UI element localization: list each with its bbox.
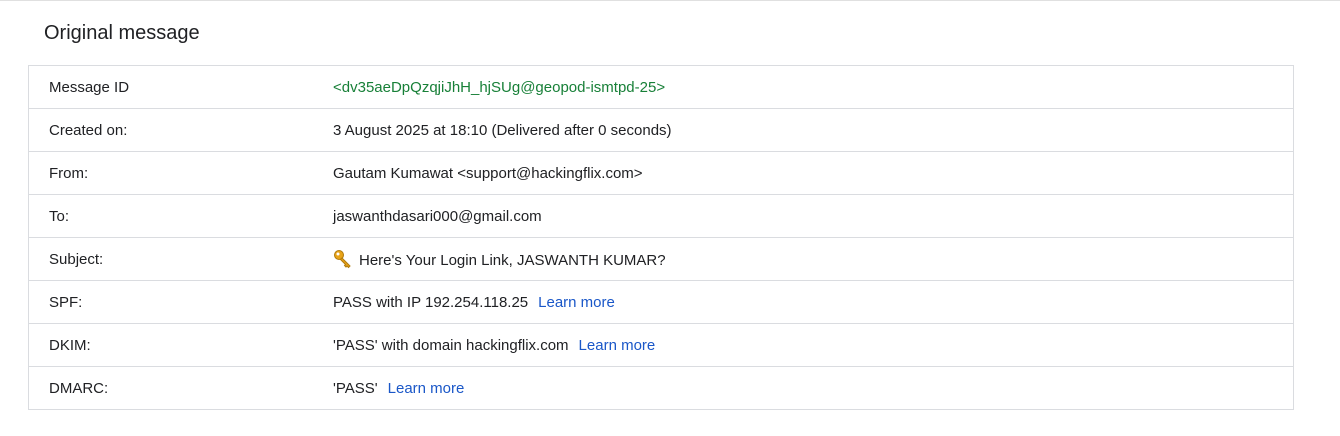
to-label: To: bbox=[49, 207, 70, 225]
dkim-value-container: 'PASS' with domain hackingflix.com Learn … bbox=[333, 337, 1293, 354]
row-subject: Subject: Here's Your Login Link, JASWANT… bbox=[29, 237, 1293, 280]
dkim-learn-more-link[interactable]: Learn more bbox=[579, 337, 656, 354]
created-on-value: 3 August 2025 at 18:10 (Delivered after … bbox=[333, 121, 672, 139]
message-id-label: Message ID bbox=[49, 78, 130, 96]
from-label: From: bbox=[49, 164, 89, 182]
row-to: To: jaswanthdasari000@gmail.com bbox=[29, 194, 1293, 237]
row-from: From: Gautam Kumawat <support@hackingfli… bbox=[29, 151, 1293, 194]
dmarc-value: 'PASS' bbox=[333, 379, 378, 397]
row-spf: SPF: PASS with IP 192.254.118.25 Learn mo… bbox=[29, 280, 1293, 323]
dmarc-value-container: 'PASS' Learn more bbox=[333, 380, 1293, 397]
message-id-value: <dv35aeDpQzqjiJhH_hjSUg@geopod-ismtpd-25… bbox=[333, 78, 666, 96]
subject-value: Here's Your Login Link, JASWANTH KUMAR? bbox=[359, 252, 666, 269]
spf-label: SPF: bbox=[49, 293, 83, 311]
key-icon bbox=[334, 250, 351, 269]
message-metadata-table: Message ID <dv35aeDpQzqjiJhH_hjSUg@geopo… bbox=[28, 65, 1294, 410]
dmarc-label: DMARC: bbox=[49, 379, 109, 397]
dmarc-learn-more-link[interactable]: Learn more bbox=[388, 380, 465, 397]
top-divider bbox=[0, 0, 1340, 1]
spf-value: PASS with IP 192.254.118.25 bbox=[333, 293, 529, 311]
row-dkim: DKIM: 'PASS' with domain hackingflix.com… bbox=[29, 323, 1293, 366]
dkim-label: DKIM: bbox=[49, 336, 91, 354]
row-message-id: Message ID <dv35aeDpQzqjiJhH_hjSUg@geopo… bbox=[29, 66, 1293, 108]
from-value: Gautam Kumawat <support@hackingflix.com> bbox=[333, 164, 643, 182]
spf-value-container: PASS with IP 192.254.118.25 Learn more bbox=[333, 294, 1293, 311]
to-value: jaswanthdasari000@gmail.com bbox=[333, 207, 542, 225]
subject-value-container: Here's Your Login Link, JASWANTH KUMAR? bbox=[333, 249, 1293, 269]
page-title: Original message bbox=[44, 22, 200, 44]
row-dmarc: DMARC: 'PASS' Learn more bbox=[29, 366, 1293, 409]
dkim-value: 'PASS' with domain hackingflix.com bbox=[333, 336, 569, 354]
spf-learn-more-link[interactable]: Learn more bbox=[538, 294, 615, 311]
row-created-on: Created on: 3 August 2025 at 18:10 (Deli… bbox=[29, 108, 1293, 151]
subject-label: Subject: bbox=[49, 250, 104, 268]
created-on-label: Created on: bbox=[49, 121, 128, 139]
